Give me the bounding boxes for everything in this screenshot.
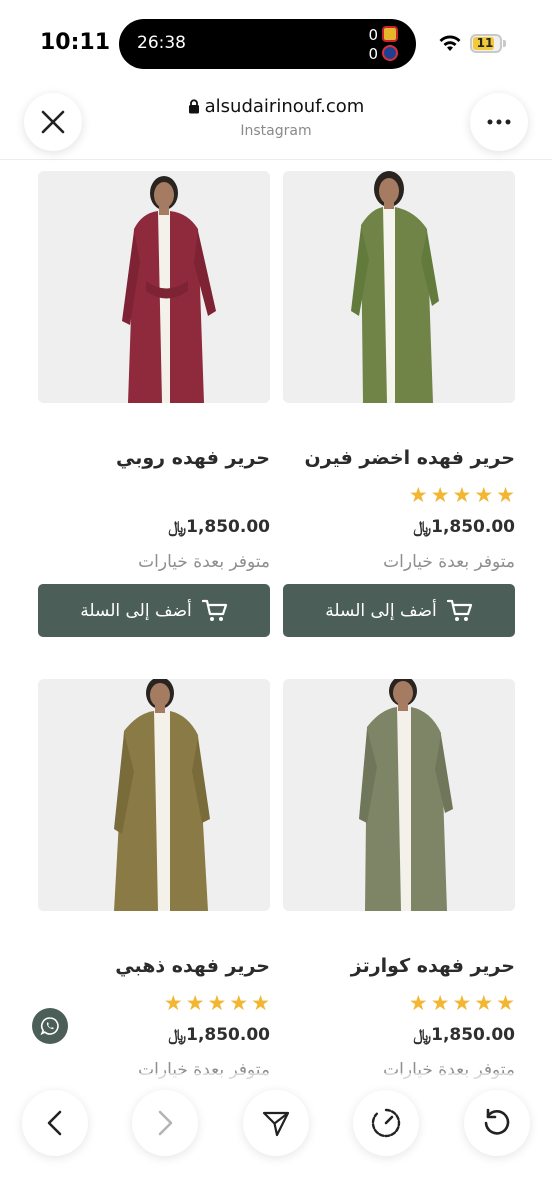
rating-stars: ★ ★ ★ ★ ★ bbox=[409, 485, 515, 506]
riyal-icon: ﷼ bbox=[413, 1025, 432, 1044]
product-title[interactable]: حرير فهده ذهبي bbox=[115, 955, 270, 977]
star-icon: ★ bbox=[207, 991, 227, 1015]
battery-icon: 11 bbox=[470, 34, 502, 53]
star-icon: ★ bbox=[474, 991, 494, 1015]
url-text: alsudairinouf.com bbox=[204, 96, 365, 117]
product-card-fern-green[interactable]: حرير فهده اخضر فيرن ★ ★ ★ ★ ★ ﷼1,850.00 … bbox=[283, 171, 515, 637]
cart-icon bbox=[446, 599, 472, 621]
forward-icon bbox=[158, 1110, 173, 1136]
star-icon: ★ bbox=[474, 483, 494, 507]
product-card-ruby[interactable]: حرير فهده روبي ﷼1,850.00 متوفر بعدة خيار… bbox=[38, 171, 270, 637]
product-image[interactable] bbox=[38, 171, 270, 403]
product-price: ﷼1,850.00 bbox=[168, 517, 270, 537]
team-crest-icon bbox=[382, 26, 398, 42]
share-button[interactable] bbox=[243, 1090, 309, 1156]
browser-header: alsudairinouf.com Instagram bbox=[0, 90, 552, 160]
share-icon bbox=[262, 1111, 290, 1137]
product-image[interactable] bbox=[283, 171, 515, 403]
status-time: 10:11 bbox=[40, 30, 111, 55]
score-away: 0 bbox=[368, 45, 378, 63]
more-options-button[interactable] bbox=[470, 93, 528, 151]
product-availability: متوفر بعدة خيارات bbox=[138, 552, 270, 572]
product-image[interactable] bbox=[283, 679, 515, 911]
reload-button[interactable] bbox=[464, 1090, 530, 1156]
star-icon: ★ bbox=[430, 483, 450, 507]
star-icon: ★ bbox=[163, 991, 183, 1015]
product-title[interactable]: حرير فهده روبي bbox=[116, 447, 270, 469]
team-crest-icon bbox=[382, 45, 398, 61]
more-icon bbox=[487, 119, 511, 125]
close-icon bbox=[41, 110, 65, 134]
lock-icon bbox=[188, 99, 199, 114]
star-icon: ★ bbox=[185, 991, 205, 1015]
riyal-icon: ﷼ bbox=[168, 517, 187, 536]
whatsapp-icon bbox=[40, 1017, 59, 1036]
star-icon: ★ bbox=[229, 991, 249, 1015]
add-to-cart-label: أضف إلى السلة bbox=[325, 600, 437, 621]
timer-icon bbox=[371, 1108, 401, 1138]
star-icon: ★ bbox=[496, 483, 515, 507]
url-source: Instagram bbox=[240, 123, 312, 139]
timer-button[interactable] bbox=[353, 1090, 419, 1156]
reload-icon bbox=[484, 1108, 510, 1135]
forward-button[interactable] bbox=[132, 1090, 198, 1156]
back-button[interactable] bbox=[22, 1090, 88, 1156]
rating-stars: ★ ★ ★ ★ ★ bbox=[409, 993, 515, 1014]
rating-stars: ★ ★ ★ ★ ★ bbox=[164, 993, 270, 1014]
star-icon: ★ bbox=[251, 991, 270, 1015]
whatsapp-button[interactable] bbox=[32, 1008, 68, 1044]
star-icon: ★ bbox=[430, 991, 450, 1015]
product-card-quartz[interactable]: حرير فهده كوارتز ★ ★ ★ ★ ★ ﷼1,850.00 متو… bbox=[283, 679, 515, 1080]
battery-level: 11 bbox=[476, 36, 494, 50]
product-price: ﷼1,850.00 bbox=[413, 517, 515, 537]
product-card-gold[interactable]: حرير فهده ذهبي ★ ★ ★ ★ ★ ﷼1,850.00 متوفر… bbox=[38, 679, 270, 1080]
add-to-cart-button[interactable]: أضف إلى السلة bbox=[283, 584, 515, 637]
star-icon: ★ bbox=[452, 991, 472, 1015]
product-availability: متوفر بعدة خيارات bbox=[383, 552, 515, 572]
product-image[interactable] bbox=[38, 679, 270, 911]
add-to-cart-button[interactable]: أضف إلى السلة bbox=[38, 584, 270, 637]
product-title[interactable]: حرير فهده اخضر فيرن bbox=[305, 447, 515, 469]
wifi-icon bbox=[439, 35, 461, 51]
live-activity-timer: 26:38 bbox=[137, 33, 186, 53]
riyal-icon: ﷼ bbox=[413, 517, 432, 536]
cart-icon bbox=[201, 599, 227, 621]
star-icon: ★ bbox=[408, 483, 428, 507]
star-icon: ★ bbox=[408, 991, 428, 1015]
score-home: 0 bbox=[368, 26, 378, 44]
star-icon: ★ bbox=[452, 483, 472, 507]
close-button[interactable] bbox=[24, 93, 82, 151]
product-price: ﷼1,850.00 bbox=[413, 1025, 515, 1045]
live-activity[interactable]: 26:38 0 0 bbox=[119, 19, 416, 69]
back-icon bbox=[47, 1110, 62, 1136]
product-price: ﷼1,850.00 bbox=[168, 1025, 270, 1045]
url-bar[interactable]: alsudairinouf.com bbox=[0, 96, 552, 117]
status-bar: 10:11 26:38 0 0 11 bbox=[0, 0, 552, 90]
riyal-icon: ﷼ bbox=[168, 1025, 187, 1044]
bottom-toolbar bbox=[0, 1073, 552, 1200]
product-title[interactable]: حرير فهده كوارتز bbox=[351, 955, 515, 977]
add-to-cart-label: أضف إلى السلة bbox=[80, 600, 192, 621]
star-icon: ★ bbox=[496, 991, 515, 1015]
